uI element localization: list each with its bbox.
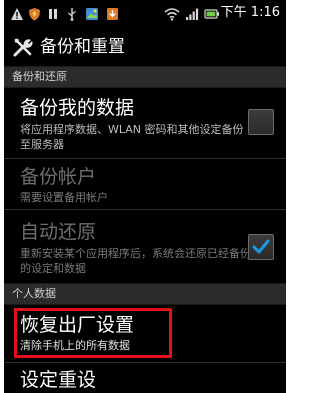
tools-icon [13,38,33,57]
phone-screen: 下午 1:16 备份和重置 备份和还原 备份我的数据 将应用程序数据、WLAN … [4,0,286,393]
section-header-label: 个人数据 [12,287,56,300]
checkmark-icon [252,239,270,254]
backup-data-checkbox[interactable] [248,109,274,135]
setting-backup-account[interactable]: 备份帐户 需要设置备用帐户 [4,159,286,209]
setting-auto-restore[interactable]: 自动还原 重新安装某个应用程序后，系统会还原已经备份的设定和数据 [4,210,286,282]
auto-restore-checkbox[interactable] [248,234,274,260]
factory-reset-highlight [14,308,172,358]
setting-title: 设定重设 [20,369,97,391]
usb-icon [68,8,76,21]
setting-title: 自动还原 [20,221,97,243]
section-header-label: 备份和还原 [12,70,67,83]
shield-icon [29,8,40,21]
page-title: 备份和重置 [40,37,125,57]
action-bar: 备份和重置 [4,28,286,66]
setting-title: 备份帐户 [20,166,97,188]
warning-icon [11,8,23,20]
wifi-icon [164,8,180,21]
setting-summary: 将应用程序数据、WLAN 密码和其他设定备份至服务器 [20,123,244,151]
setting-settings-reset[interactable]: 设定重设 [4,363,286,393]
status-bar: 下午 1:16 [4,0,286,28]
setting-title: 备份我的数据 [20,97,135,119]
setting-summary: 重新安装某个应用程序后，系统会还原已经备份的设定和数据 [20,247,251,275]
battery-icon [204,9,219,19]
photo-icon [86,8,98,20]
setting-backup-my-data[interactable]: 备份我的数据 将应用程序数据、WLAN 密码和其他设定备份至服务器 [4,88,286,158]
status-time: 下午 1:16 [220,5,280,20]
section-header-backup-restore: 备份和还原 [4,66,286,88]
section-header-personal-data: 个人数据 [4,283,286,305]
setting-summary: 需要设置备用帐户 [20,191,108,204]
signal-icon [186,8,199,20]
pause-icon [49,9,57,19]
download-icon [107,8,118,20]
